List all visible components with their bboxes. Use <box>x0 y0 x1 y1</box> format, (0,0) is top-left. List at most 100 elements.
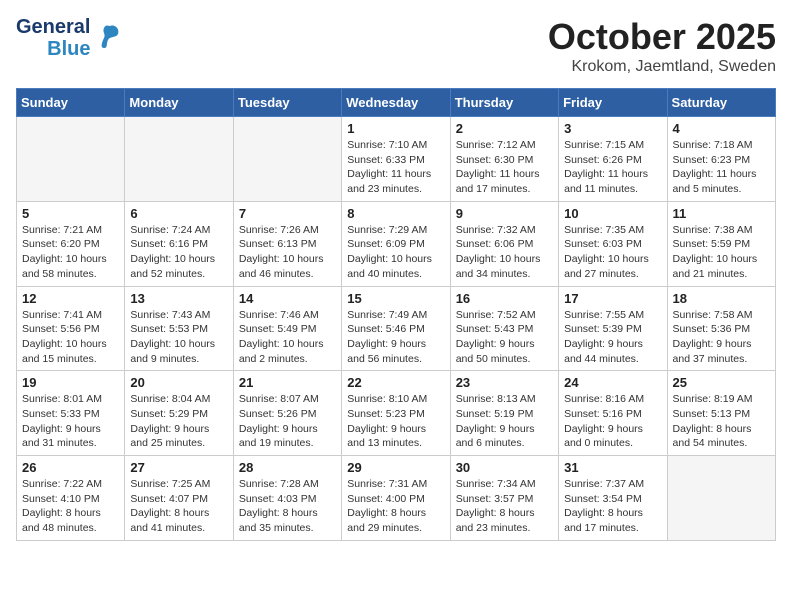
day-number: 15 <box>347 291 444 306</box>
day-number: 21 <box>239 375 336 390</box>
day-number: 6 <box>130 206 227 221</box>
month-title: October 2025 <box>548 16 776 58</box>
day-header-wednesday: Wednesday <box>342 89 450 117</box>
calendar-cell: 31 Sunrise: 7:37 AMSunset: 3:54 PMDayligh… <box>559 456 667 541</box>
calendar-cell: 28Sunrise: 7:28 AMSunset: 4:03 PMDayligh… <box>233 456 341 541</box>
day-info: Sunrise: 7:12 AMSunset: 6:30 PMDaylight:… <box>456 138 553 197</box>
calendar-cell: 3Sunrise: 7:15 AMSunset: 6:26 PMDaylight… <box>559 117 667 202</box>
day-number: 28 <box>239 460 336 475</box>
day-info: Sunrise: 8:16 AMSunset: 5:16 PMDaylight:… <box>564 392 661 451</box>
calendar-cell: 11Sunrise: 7:38 AMSunset: 5:59 PMDayligh… <box>667 201 775 286</box>
calendar-cell: 10 Sunrise: 7:35 AMSunset: 6:03 PMDayligh… <box>559 201 667 286</box>
day-info: Sunrise: 7:35 AMSunset: 6:03 PMDaylight:… <box>564 223 661 282</box>
day-number: 19 <box>22 375 119 390</box>
day-info: Sunrise: 7:24 AMSunset: 6:16 PMDaylight:… <box>130 223 227 282</box>
day-number: 24 <box>564 375 661 390</box>
day-number: 2 <box>456 121 553 136</box>
logo-blue: Blue <box>47 38 90 60</box>
calendar-cell: 19 Sunrise: 8:01 AMSunset: 5:33 PMDayligh… <box>17 371 125 456</box>
calendar-week-4: 19 Sunrise: 8:01 AMSunset: 5:33 PMDayligh… <box>17 371 776 456</box>
calendar-cell: 5 Sunrise: 7:21 AMSunset: 6:20 PMDaylight… <box>17 201 125 286</box>
day-number: 10 <box>564 206 661 221</box>
day-info: Sunrise: 7:37 AMSunset: 3:54 PMDaylight:… <box>564 477 661 536</box>
calendar-cell <box>17 117 125 202</box>
day-info: Sunrise: 8:13 AMSunset: 5:19 PMDaylight:… <box>456 392 553 451</box>
day-number: 29 <box>347 460 444 475</box>
calendar-cell: 9 Sunrise: 7:32 AMSunset: 6:06 PMDaylight… <box>450 201 558 286</box>
day-number: 17 <box>564 291 661 306</box>
day-number: 5 <box>22 206 119 221</box>
calendar-week-1: 1 Sunrise: 7:10 AMSunset: 6:33 PMDaylight… <box>17 117 776 202</box>
day-info: Sunrise: 7:55 AMSunset: 5:39 PMDaylight:… <box>564 308 661 367</box>
day-number: 18 <box>673 291 770 306</box>
day-info: Sunrise: 8:04 AMSunset: 5:29 PMDaylight:… <box>130 392 227 451</box>
day-info: Sunrise: 7:29 AMSunset: 6:09 PMDaylight:… <box>347 223 444 282</box>
logo: General Blue <box>16 16 124 60</box>
day-number: 31 <box>564 460 661 475</box>
calendar-cell: 26Sunrise: 7:22 AMSunset: 4:10 PMDayligh… <box>17 456 125 541</box>
calendar-cell: 22Sunrise: 8:10 AMSunset: 5:23 PMDayligh… <box>342 371 450 456</box>
day-number: 13 <box>130 291 227 306</box>
calendar-cell: 14 Sunrise: 7:46 AMSunset: 5:49 PMDayligh… <box>233 286 341 371</box>
day-info: Sunrise: 7:21 AMSunset: 6:20 PMDaylight:… <box>22 223 119 282</box>
day-info: Sunrise: 7:46 AMSunset: 5:49 PMDaylight:… <box>239 308 336 367</box>
day-info: Sunrise: 7:52 AMSunset: 5:43 PMDaylight:… <box>456 308 553 367</box>
day-info: Sunrise: 7:58 AMSunset: 5:36 PMDaylight:… <box>673 308 770 367</box>
calendar-cell <box>667 456 775 541</box>
calendar-cell: 23 Sunrise: 8:13 AMSunset: 5:19 PMDayligh… <box>450 371 558 456</box>
calendar-table: SundayMondayTuesdayWednesdayThursdayFrid… <box>16 88 776 541</box>
day-number: 25 <box>673 375 770 390</box>
calendar-cell <box>125 117 233 202</box>
title-block: October 2025 Krokom, Jaemtland, Sweden <box>548 16 776 76</box>
day-info: Sunrise: 7:32 AMSunset: 6:06 PMDaylight:… <box>456 223 553 282</box>
day-info: Sunrise: 8:01 AMSunset: 5:33 PMDaylight:… <box>22 392 119 451</box>
day-number: 26 <box>22 460 119 475</box>
day-info: Sunrise: 7:18 AMSunset: 6:23 PMDaylight:… <box>673 138 770 197</box>
calendar-cell: 17 Sunrise: 7:55 AMSunset: 5:39 PMDayligh… <box>559 286 667 371</box>
day-number: 27 <box>130 460 227 475</box>
day-header-tuesday: Tuesday <box>233 89 341 117</box>
calendar-cell: 21 Sunrise: 8:07 AMSunset: 5:26 PMDayligh… <box>233 371 341 456</box>
day-header-friday: Friday <box>559 89 667 117</box>
logo-general: General <box>16 16 90 38</box>
day-number: 22 <box>347 375 444 390</box>
day-number: 9 <box>456 206 553 221</box>
calendar-cell: 1 Sunrise: 7:10 AMSunset: 6:33 PMDaylight… <box>342 117 450 202</box>
calendar-cell: 7Sunrise: 7:26 AMSunset: 6:13 PMDaylight… <box>233 201 341 286</box>
day-number: 14 <box>239 291 336 306</box>
day-info: Sunrise: 7:49 AMSunset: 5:46 PMDaylight:… <box>347 308 444 367</box>
calendar-week-2: 5 Sunrise: 7:21 AMSunset: 6:20 PMDaylight… <box>17 201 776 286</box>
calendar-cell: 18 Sunrise: 7:58 AMSunset: 5:36 PMDayligh… <box>667 286 775 371</box>
day-info: Sunrise: 7:41 AMSunset: 5:56 PMDaylight:… <box>22 308 119 367</box>
day-header-sunday: Sunday <box>17 89 125 117</box>
day-info: Sunrise: 7:31 AMSunset: 4:00 PMDaylight:… <box>347 477 444 536</box>
calendar-cell: 15 Sunrise: 7:49 AMSunset: 5:46 PMDayligh… <box>342 286 450 371</box>
day-number: 4 <box>673 121 770 136</box>
calendar-cell: 6 Sunrise: 7:24 AMSunset: 6:16 PMDaylight… <box>125 201 233 286</box>
calendar-cell <box>233 117 341 202</box>
day-number: 23 <box>456 375 553 390</box>
logo-bird-icon <box>96 22 124 55</box>
calendar-cell: 29 Sunrise: 7:31 AMSunset: 4:00 PMDayligh… <box>342 456 450 541</box>
calendar-cell: 27 Sunrise: 7:25 AMSunset: 4:07 PMDayligh… <box>125 456 233 541</box>
day-number: 1 <box>347 121 444 136</box>
calendar-cell: 4 Sunrise: 7:18 AMSunset: 6:23 PMDaylight… <box>667 117 775 202</box>
day-info: Sunrise: 7:34 AMSunset: 3:57 PMDaylight:… <box>456 477 553 536</box>
day-info: Sunrise: 7:43 AMSunset: 5:53 PMDaylight:… <box>130 308 227 367</box>
calendar-header-row: SundayMondayTuesdayWednesdayThursdayFrid… <box>17 89 776 117</box>
calendar-cell: 20 Sunrise: 8:04 AMSunset: 5:29 PMDayligh… <box>125 371 233 456</box>
day-number: 11 <box>673 206 770 221</box>
calendar-cell: 8Sunrise: 7:29 AMSunset: 6:09 PMDaylight… <box>342 201 450 286</box>
day-info: Sunrise: 7:25 AMSunset: 4:07 PMDaylight:… <box>130 477 227 536</box>
day-info: Sunrise: 8:07 AMSunset: 5:26 PMDaylight:… <box>239 392 336 451</box>
calendar-cell: 2 Sunrise: 7:12 AMSunset: 6:30 PMDaylight… <box>450 117 558 202</box>
day-info: Sunrise: 7:10 AMSunset: 6:33 PMDaylight:… <box>347 138 444 197</box>
day-number: 20 <box>130 375 227 390</box>
day-number: 3 <box>564 121 661 136</box>
calendar-cell: 24 Sunrise: 8:16 AMSunset: 5:16 PMDayligh… <box>559 371 667 456</box>
day-number: 7 <box>239 206 336 221</box>
day-number: 12 <box>22 291 119 306</box>
calendar-cell: 25 Sunrise: 8:19 AMSunset: 5:13 PMDayligh… <box>667 371 775 456</box>
day-info: Sunrise: 8:19 AMSunset: 5:13 PMDaylight:… <box>673 392 770 451</box>
calendar-cell: 30Sunrise: 7:34 AMSunset: 3:57 PMDayligh… <box>450 456 558 541</box>
